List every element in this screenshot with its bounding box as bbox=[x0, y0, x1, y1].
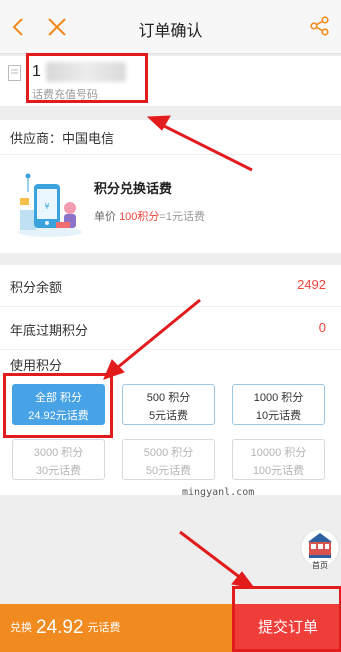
points-balance-row: 积分余额 2492 bbox=[0, 265, 341, 303]
bottom-bar: 兑换 24.92 元话费 提交订单 bbox=[0, 604, 341, 652]
phone-recharge-illustration-icon: ¥ bbox=[18, 173, 82, 237]
phone-number: 1 bbox=[32, 63, 42, 80]
option-points: 1000 积分 bbox=[253, 392, 304, 404]
phone-card-icon bbox=[8, 65, 21, 81]
unit-price-points: 100积分 bbox=[119, 211, 160, 223]
divider bbox=[0, 349, 341, 350]
home-float-button[interactable]: 首页 bbox=[300, 524, 340, 572]
submit-order-button[interactable]: 提交订单 bbox=[235, 604, 341, 652]
points-section: 积分余额 2492 年底过期积分 0 使用积分 全部 积分 24.92元话费 5… bbox=[0, 265, 341, 495]
recharge-phone-section[interactable]: 1 话费充值号码 bbox=[0, 56, 341, 106]
option-value: 24.92元话费 bbox=[28, 410, 89, 422]
exchange-suffix: 元话费 bbox=[87, 622, 121, 634]
option-points: 3000 积分 bbox=[33, 447, 84, 459]
chevron-left-icon[interactable] bbox=[8, 16, 30, 38]
supplier-label: 供应商：中国电信 bbox=[10, 131, 115, 146]
exchange-amount: 24.92 bbox=[36, 617, 84, 638]
points-balance-label: 积分余额 bbox=[10, 280, 63, 295]
phone-number-mask bbox=[46, 62, 126, 82]
exchange-prefix: 兑换 bbox=[10, 622, 32, 634]
option-points: 5000 积分 bbox=[143, 447, 194, 459]
phone-number-hint: 话费充值号码 bbox=[32, 89, 98, 101]
option-points: 全部 积分 bbox=[34, 392, 83, 404]
expiring-points-label: 年底过期积分 bbox=[10, 323, 89, 338]
points-option-5000: 5000 积分 50元话费 bbox=[122, 439, 215, 480]
points-option-3000: 3000 积分 30元话费 bbox=[12, 439, 105, 480]
points-option-10000: 10000 积分 100元话费 bbox=[232, 439, 325, 480]
unit-price-prefix: 单价 bbox=[94, 211, 116, 223]
divider bbox=[0, 306, 341, 307]
unit-price: 单价 100积分=1元话费 bbox=[94, 208, 205, 224]
option-value: 100元话费 bbox=[252, 465, 305, 477]
svg-text:¥: ¥ bbox=[44, 202, 49, 211]
option-value: 30元话费 bbox=[35, 465, 82, 477]
home-float-label: 首页 bbox=[312, 560, 328, 570]
expiring-points-value: 0 bbox=[318, 320, 326, 335]
product-name: 积分兑换话费 bbox=[94, 181, 173, 196]
top-nav-bar: 订单确认 bbox=[0, 0, 341, 54]
divider bbox=[0, 154, 341, 155]
share-icon[interactable] bbox=[309, 15, 331, 37]
option-points: 10000 积分 bbox=[250, 447, 307, 459]
points-option-all[interactable]: 全部 积分 24.92元话费 bbox=[12, 384, 105, 425]
watermark: mingyanl.com bbox=[182, 487, 255, 498]
points-balance-value: 2492 bbox=[297, 277, 326, 292]
close-icon[interactable] bbox=[46, 16, 68, 38]
expiring-points-row: 年底过期积分 0 bbox=[0, 308, 341, 346]
option-points: 500 积分 bbox=[146, 392, 191, 404]
supplier-section: 供应商：中国电信 ¥ 积分兑换话费 单价 100积分=1元话费 bbox=[0, 120, 341, 253]
use-points-label: 使用积分 bbox=[10, 358, 63, 373]
exchange-summary: 兑换 24.92 元话费 bbox=[10, 617, 121, 639]
option-value: 5元话费 bbox=[148, 410, 189, 422]
points-option-500[interactable]: 500 积分 5元话费 bbox=[122, 384, 215, 425]
points-option-1000[interactable]: 1000 积分 10元话费 bbox=[232, 384, 325, 425]
unit-price-suffix: =1元话费 bbox=[159, 211, 205, 223]
option-value: 50元话费 bbox=[145, 465, 192, 477]
option-value: 10元话费 bbox=[255, 410, 302, 422]
